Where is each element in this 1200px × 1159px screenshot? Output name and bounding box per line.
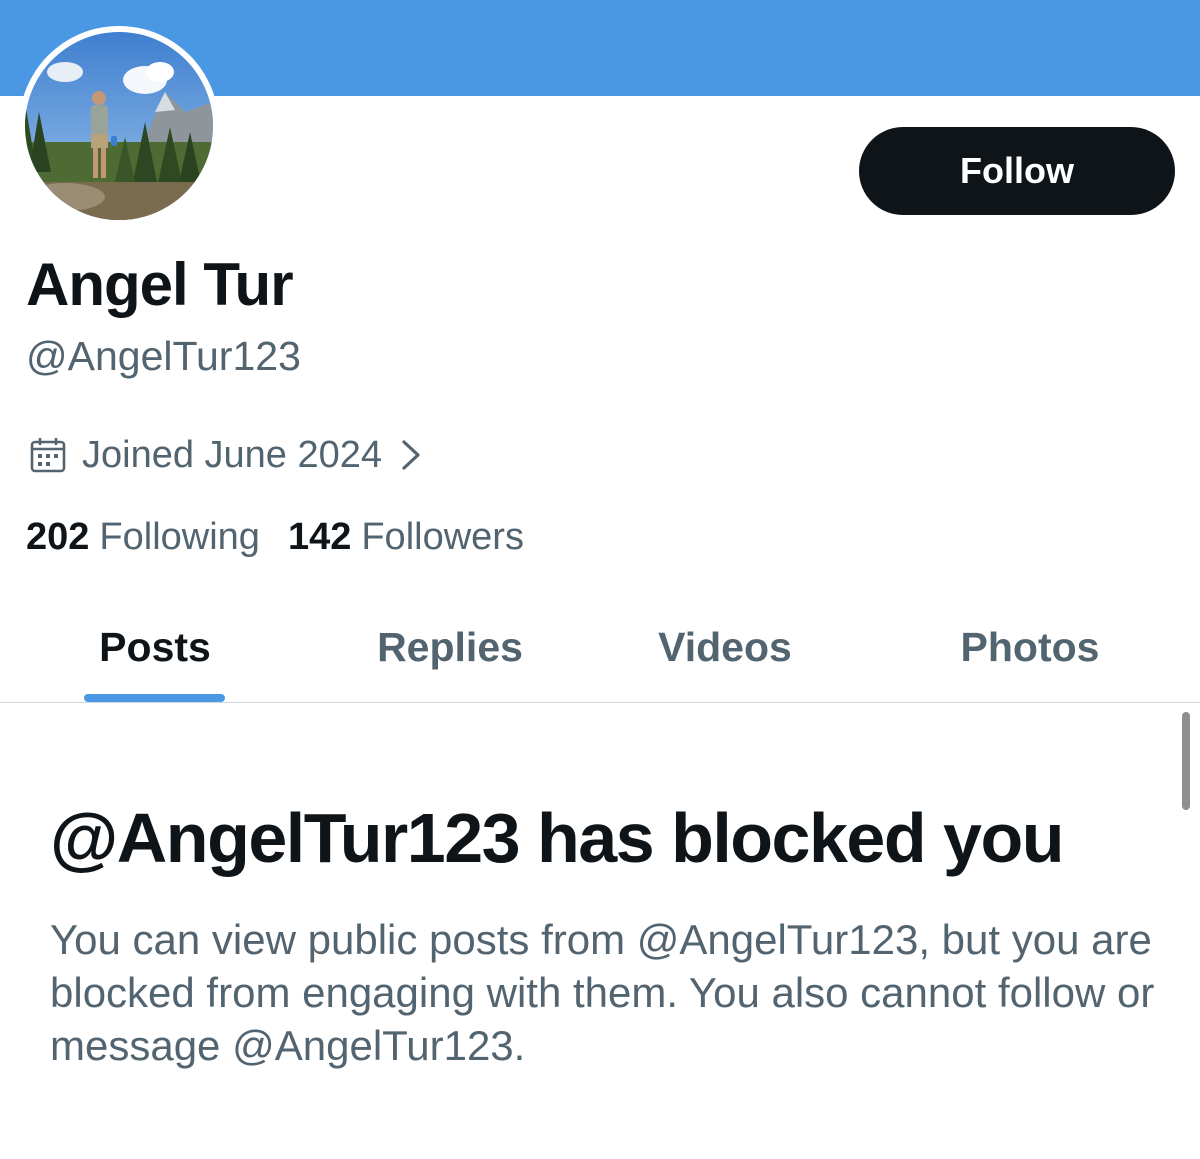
chevron-right-icon bbox=[402, 440, 420, 470]
blocked-title: @AngelTur123 has blocked you bbox=[50, 799, 1065, 877]
tab-photos[interactable]: Photos bbox=[920, 592, 1140, 702]
tab-replies[interactable]: Replies bbox=[340, 592, 560, 702]
blocked-message: You can view public posts from @AngelTur… bbox=[50, 916, 1155, 1069]
joined-date-row[interactable]: Joined June 2024 bbox=[28, 430, 424, 480]
profile-handle: @AngelTur123 bbox=[26, 333, 301, 379]
avatar[interactable] bbox=[19, 26, 219, 226]
followers-label: Followers bbox=[361, 515, 524, 558]
profile-photo-icon bbox=[25, 32, 213, 220]
tabs-divider bbox=[0, 702, 1200, 703]
followers-link[interactable]: 142 Followers bbox=[288, 516, 524, 559]
following-count: 202 bbox=[26, 515, 90, 558]
calendar-icon bbox=[30, 438, 66, 473]
following-link[interactable]: 202 Following bbox=[26, 516, 260, 559]
followers-count: 142 bbox=[287, 515, 352, 558]
follow-button[interactable]: Follow bbox=[859, 127, 1175, 215]
active-tab-indicator bbox=[84, 694, 225, 702]
following-label: Following bbox=[99, 515, 260, 558]
joined-text: Joined June 2024 bbox=[82, 433, 383, 476]
follow-stats: 202 Following 142 Followers bbox=[26, 512, 524, 562]
tab-videos[interactable]: Videos bbox=[620, 592, 830, 702]
profile-tabs: Posts Replies Videos Photos bbox=[0, 592, 1200, 702]
profile-page: Follow Angel Tur @AngelTur123 Joined Jun… bbox=[0, 0, 1200, 1159]
display-name: Angel Tur bbox=[26, 251, 294, 318]
tab-posts[interactable]: Posts bbox=[55, 592, 255, 702]
scrollbar[interactable] bbox=[1182, 712, 1190, 810]
